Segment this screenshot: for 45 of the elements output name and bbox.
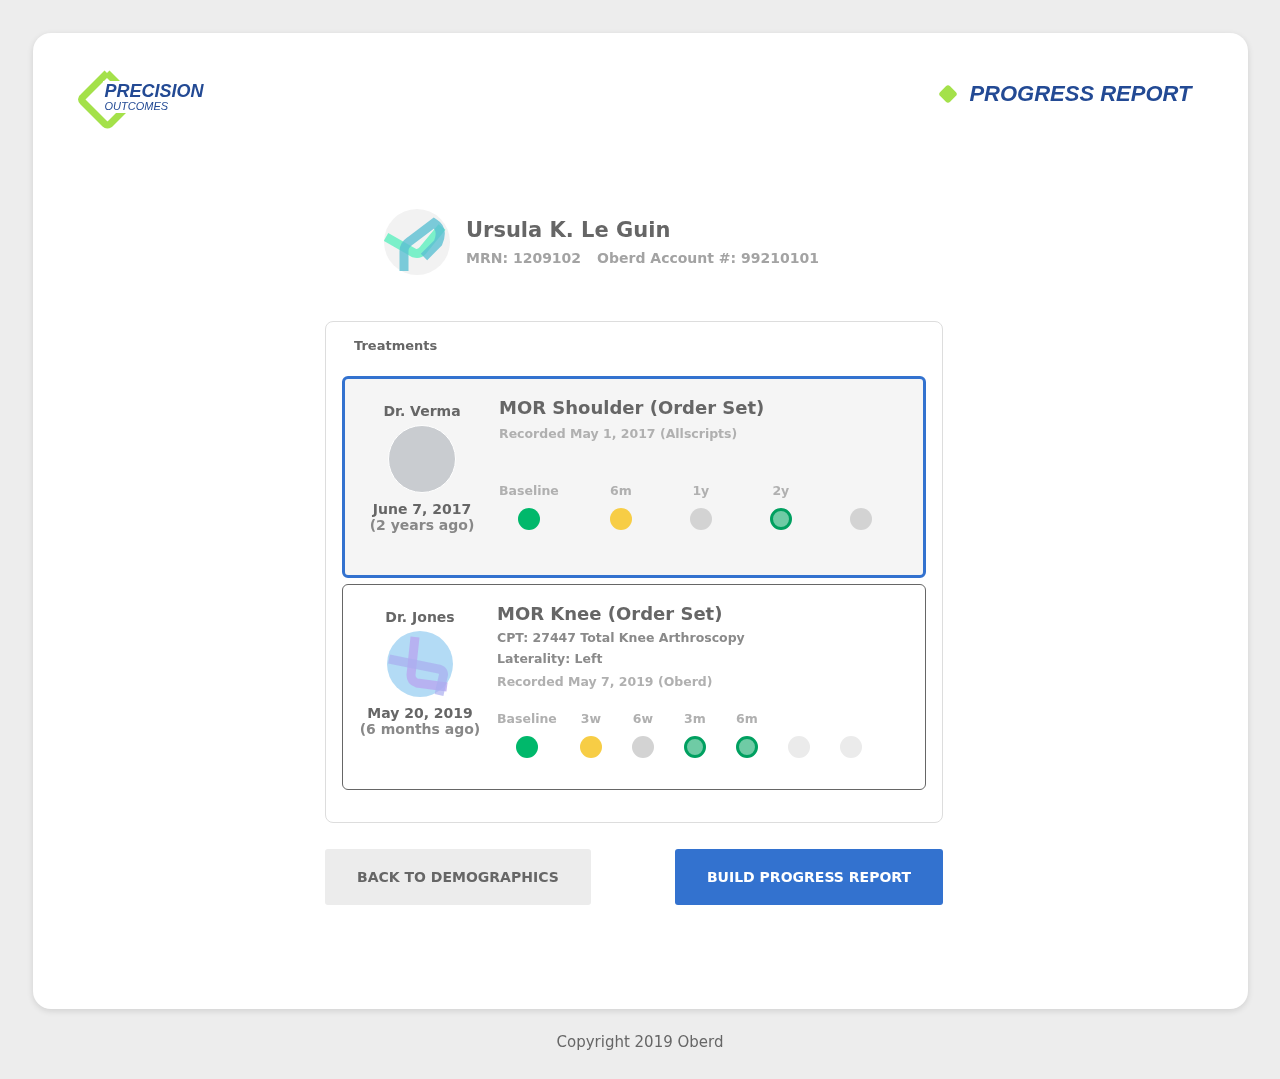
- page-title: PROGRESS REPORT: [969, 81, 1192, 107]
- recorded-text: Recorded May 7, 2019 (Oberd): [497, 674, 714, 689]
- back-button[interactable]: BACK TO DEMOGRAPHICS: [325, 849, 591, 905]
- logo-subtext: OUTCOMES: [104, 100, 170, 112]
- milestone-label: 6m: [735, 711, 758, 726]
- milestone-dot[interactable]: [579, 736, 602, 758]
- milestone-label: 3m: [683, 711, 706, 726]
- patient-avatar-icon: [384, 209, 450, 275]
- milestone-dot[interactable]: [683, 736, 706, 758]
- treatment-title: MOR Shoulder (Order Set): [499, 397, 766, 418]
- milestone-label: 3w: [580, 711, 601, 726]
- doctor-name: Dr. Verma: [383, 403, 461, 419]
- relative-date: (2 years ago): [369, 517, 475, 533]
- treatment-card[interactable]: Dr. Jones May 20, 2019 (6 months ago) MOR Knee (Order Set) CPT: 27447 Total Knee Arthroscopy Laterality: Left Recorded May 7, 2019 (Oberd) Baseline 3w 6w 3m 6m: [342, 584, 926, 790]
- logo-text: PRECISION: [104, 82, 204, 100]
- account-text: Oberd Account #: 99210101: [597, 250, 819, 266]
- milestone-dot[interactable]: [849, 508, 872, 530]
- treatment-card[interactable]: Dr. Verma June 7, 2017 (2 years ago) MOR Shoulder (Order Set) Recorded May 1, 2017 (Allscripts) Baseline 6m 1y 2y: [342, 376, 926, 578]
- treatment-title: MOR Knee (Order Set): [497, 603, 724, 624]
- milestone-dot[interactable]: [517, 508, 540, 530]
- doctor-name: Dr. Jones: [385, 609, 455, 625]
- milestone-label: 6m: [609, 483, 632, 498]
- recorded-text: Recorded May 1, 2017 (Allscripts): [499, 426, 739, 441]
- milestone-dot[interactable]: [515, 736, 538, 758]
- milestone-dot[interactable]: [689, 508, 712, 530]
- mrn-text: MRN: 1209102: [466, 250, 582, 266]
- milestone-dot[interactable]: [609, 508, 632, 530]
- milestone-label: Baseline: [499, 483, 559, 498]
- treatment-detail: CPT: 27447 Total Knee Arthroscopy: [497, 630, 746, 645]
- build-report-button[interactable]: BUILD PROGRESS REPORT: [674, 849, 943, 905]
- patient-name: Ursula K. Le Guin: [466, 218, 672, 242]
- milestone-dot[interactable]: [769, 508, 792, 530]
- milestone-label: 2y: [772, 483, 790, 498]
- milestone-label: 6w: [632, 711, 653, 726]
- treatment-date: May 20, 2019: [367, 705, 473, 721]
- milestone-label: Baseline: [497, 711, 557, 726]
- panel-title: Treatments: [354, 338, 439, 353]
- milestone-dot[interactable]: [631, 736, 654, 758]
- milestone-dot[interactable]: [735, 736, 758, 758]
- treatment-date: June 7, 2017: [372, 501, 472, 517]
- milestone-label: 1y: [692, 483, 710, 498]
- relative-date: (6 months ago): [359, 721, 481, 737]
- doctor-avatar-icon: [387, 631, 453, 697]
- copyright-text: Copyright 2019 Oberd: [556, 1033, 724, 1051]
- treatment-detail: Laterality: Left: [497, 651, 604, 666]
